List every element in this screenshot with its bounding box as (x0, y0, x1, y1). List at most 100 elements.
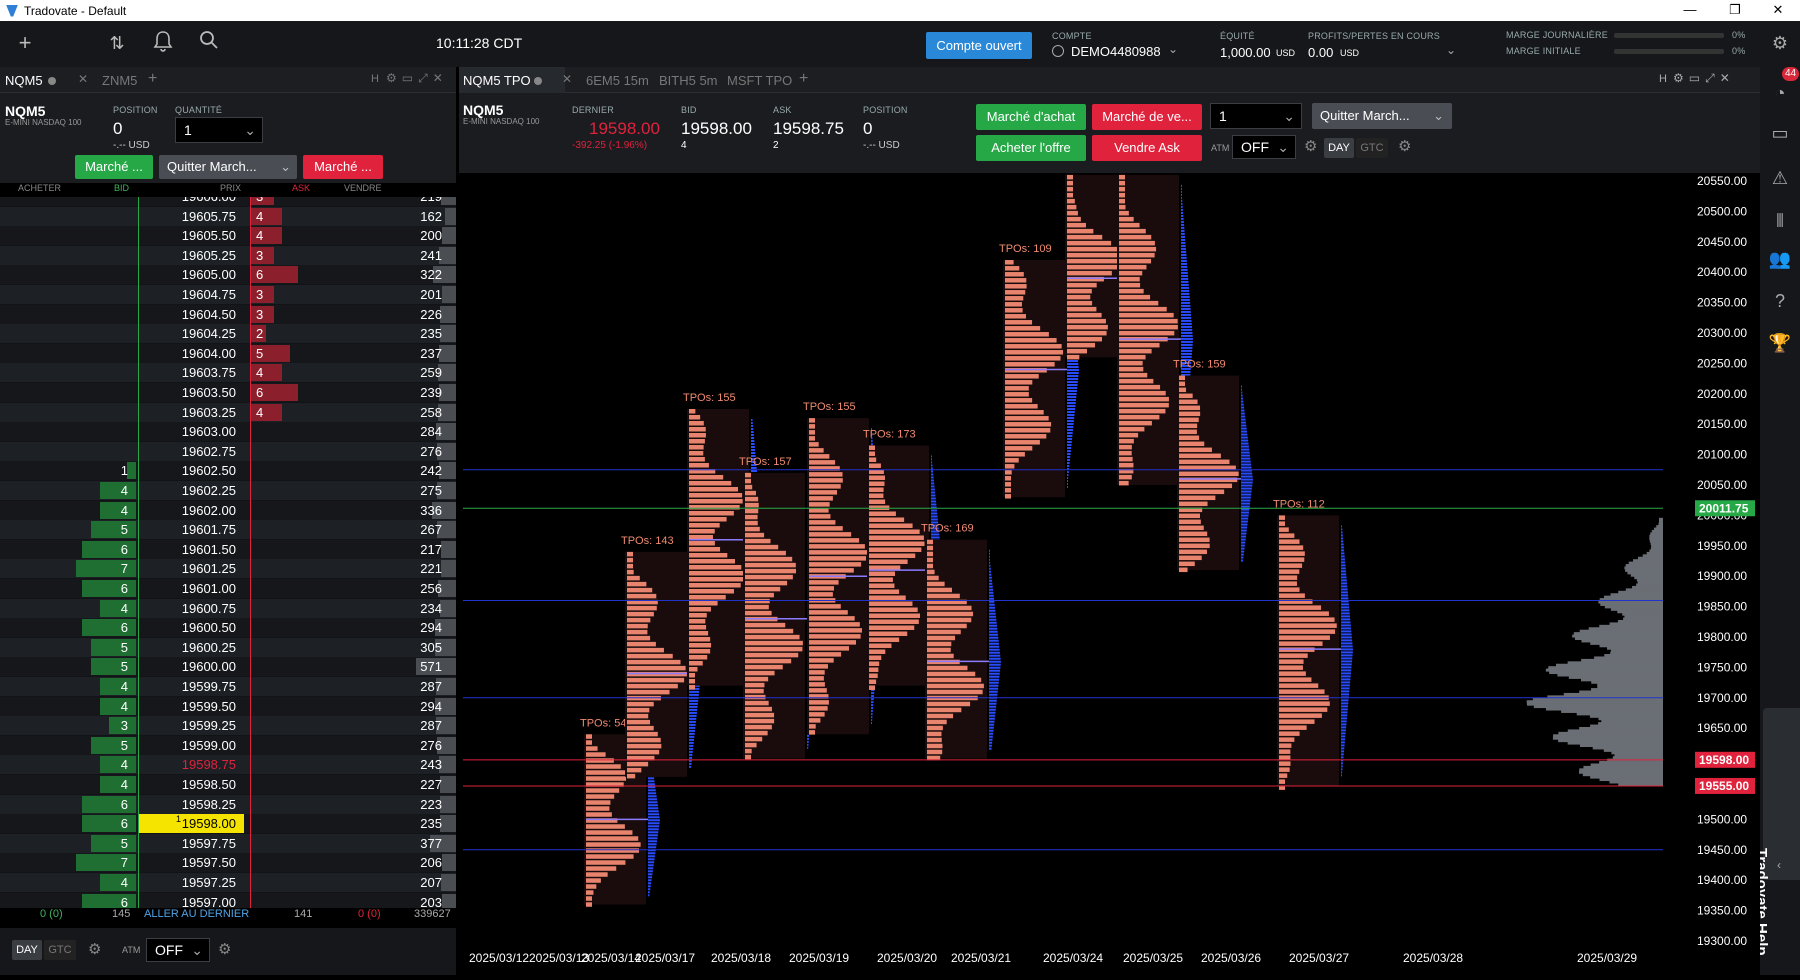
ladder-row[interactable]: 7 19601.25 221 (0, 559, 456, 579)
panel-letter[interactable]: H (1659, 73, 1667, 85)
tab-nqm5-tpo[interactable]: NQM5 TPO (463, 73, 531, 88)
ladder-row[interactable]: 19602.75 276 (0, 441, 456, 461)
price-cell[interactable]: 19602.00 (138, 501, 244, 520)
ask-size[interactable]: 4 (250, 207, 290, 226)
bid-size[interactable]: 6 (60, 795, 136, 814)
bell-icon[interactable] (150, 30, 176, 56)
tab-znm5[interactable]: ZNM5 (102, 73, 137, 88)
ladder-row[interactable]: 19605.00 6 322 (0, 265, 456, 285)
price-cell[interactable]: 19599.00 (138, 736, 244, 755)
chat-icon[interactable]: ▭ (1768, 121, 1792, 145)
ladder-row[interactable]: 6 19601.50 217 (0, 539, 456, 559)
maximize-button[interactable]: ❐ (1715, 0, 1755, 21)
close-tab-icon[interactable]: ✕ (562, 72, 572, 86)
ask-size[interactable]: 4 (250, 363, 290, 382)
price-cell[interactable]: 19605.50 (138, 226, 244, 245)
ladder-row[interactable]: 19604.25 2 235 (0, 324, 456, 344)
ask-size[interactable]: 3 (250, 197, 290, 206)
market-buy-button[interactable]: Marché d'achat (976, 104, 1086, 130)
ladder-row[interactable]: 19603.00 284 (0, 422, 456, 442)
ladder-row[interactable]: 3 19599.25 287 (0, 716, 456, 736)
add-icon[interactable]: + (12, 30, 38, 56)
ladder-row[interactable]: 6 19597.00 203 (0, 892, 456, 908)
ask-size[interactable]: 5 (250, 344, 290, 363)
atm-select[interactable]: OFF ⌄ (146, 938, 210, 962)
bid-size[interactable]: 3 (60, 716, 136, 735)
bid-size[interactable]: 4 (60, 677, 136, 696)
price-cell[interactable]: 19600.25 (138, 638, 244, 657)
bid-size[interactable]: 6 (60, 540, 136, 559)
bid-size[interactable]: 4 (60, 697, 136, 716)
account-value[interactable]: DEMO4480988 (1071, 44, 1161, 59)
day-toggle[interactable]: DAY (12, 940, 42, 960)
ladder-row[interactable]: 4 19598.75 243 (0, 755, 456, 775)
price-cell[interactable]: 19603.25 (138, 403, 244, 422)
tpo-chart-svg[interactable]: TPOs: 54 TPOs: 143 TPOs: 155 TPOs: 157 TPOs:… (459, 158, 1760, 975)
settings-sliders-icon[interactable]: ⚙ (1768, 31, 1792, 55)
columns-icon[interactable]: ⫴ (1768, 209, 1792, 233)
ladder-row[interactable]: 6 19598.25 223 (0, 794, 456, 814)
price-cell[interactable]: 19603.50 (138, 383, 244, 402)
price-cell[interactable]: 19604.00 (138, 344, 244, 363)
dom-market-sell-button[interactable]: Marché ... (303, 155, 383, 179)
add-tab-icon[interactable]: + (148, 70, 157, 88)
bid-size[interactable]: 4 (60, 599, 136, 618)
bid-size[interactable]: 4 (60, 755, 136, 774)
ask-size[interactable]: 6 (250, 265, 290, 284)
tab-msft-tpo[interactable]: MSFT TPO (727, 73, 792, 88)
account-chevron-down-icon[interactable]: ⌄ (1168, 42, 1178, 56)
warning-icon[interactable]: ⚠ (1768, 166, 1792, 190)
help-chevron-icon[interactable]: ‹ (1777, 858, 1781, 872)
price-cell[interactable]: 19597.25 (138, 873, 244, 892)
bid-size[interactable]: 5 (60, 834, 136, 853)
chart-exit-button[interactable]: Quitter March... ⌄ (1312, 103, 1452, 129)
ladder-row[interactable]: 5 19600.25 305 (0, 637, 456, 657)
ladder-row[interactable]: 4 19598.50 227 (0, 775, 456, 794)
chart-gear-icon[interactable]: ⚙ (1398, 137, 1411, 155)
panel-window-icons[interactable]: ⚙▭⤢✕ (1673, 71, 1735, 86)
dom-market-buy-button[interactable]: Marché ... (75, 155, 153, 179)
dom-quantity-select[interactable]: 1 ⌄ (175, 117, 263, 143)
sell-ask-button[interactable]: Vendre Ask (1092, 135, 1202, 161)
bid-size[interactable]: 6 (60, 814, 136, 833)
panel-window-icons[interactable]: ⚙▭⤢✕ (386, 71, 448, 86)
search-icon[interactable] (196, 30, 222, 56)
market-sell-button[interactable]: Marché de ve... (1092, 104, 1202, 130)
orders-arrows-icon[interactable]: ⇅ (104, 30, 130, 56)
ladder-row[interactable]: 6 19598.00 1 235 (0, 814, 456, 834)
price-cell[interactable]: 19599.50 (138, 697, 244, 716)
bid-size[interactable]: 5 (60, 638, 136, 657)
price-cell[interactable]: 19599.75 (138, 677, 244, 696)
price-cell[interactable]: 19602.25 (138, 481, 244, 500)
price-ladder[interactable]: 19606.00321919605.75416219605.5042001960… (0, 197, 456, 908)
price-cell[interactable]: 19605.75 (138, 207, 244, 226)
price-cell[interactable]: 19604.50 (138, 305, 244, 324)
price-cell[interactable]: 19603.75 (138, 363, 244, 382)
tpo-chart[interactable]: TPOs: 54 TPOs: 143 TPOs: 155 TPOs: 157 TPOs:… (459, 158, 1760, 975)
price-cell[interactable]: 19602.50 (138, 461, 244, 480)
bid-size[interactable]: 7 (60, 559, 136, 578)
close-tab-icon[interactable]: ✕ (78, 72, 88, 86)
bid-size[interactable]: 4 (60, 481, 136, 500)
ladder-row[interactable]: 19605.25 3 241 (0, 245, 456, 265)
ask-size[interactable]: 3 (250, 246, 290, 265)
bid-size[interactable]: 6 (60, 618, 136, 637)
add-tab-icon[interactable]: + (799, 70, 808, 88)
price-cell[interactable]: 19600.50 (138, 618, 244, 637)
goto-last-button[interactable]: ALLER AU DERNIER (144, 908, 249, 920)
pnl-chevron-down-icon[interactable]: ⌄ (1446, 43, 1456, 57)
price-cell[interactable]: 19600.00 (138, 657, 244, 676)
price-cell[interactable]: 19600.75 (138, 599, 244, 618)
chart-atm-select[interactable]: OFF ⌄ (1232, 135, 1296, 159)
tab-nqm5[interactable]: NQM5 (5, 73, 43, 88)
ladder-row[interactable]: 4 19597.25 207 (0, 873, 456, 892)
ask-size[interactable]: 4 (250, 226, 290, 245)
ladder-row[interactable]: 19606.00 3 219 (0, 197, 456, 206)
price-cell[interactable]: 19602.75 (138, 442, 244, 461)
ladder-row[interactable]: 19605.50 4 200 (0, 226, 456, 246)
ladder-row[interactable]: 19603.25 4 258 (0, 402, 456, 422)
bid-size[interactable]: 4 (60, 501, 136, 520)
chart-atm-gear-icon[interactable]: ⚙ (1304, 137, 1317, 155)
price-cell[interactable]: 19606.00 (138, 197, 244, 206)
minimize-button[interactable]: — (1670, 0, 1710, 21)
